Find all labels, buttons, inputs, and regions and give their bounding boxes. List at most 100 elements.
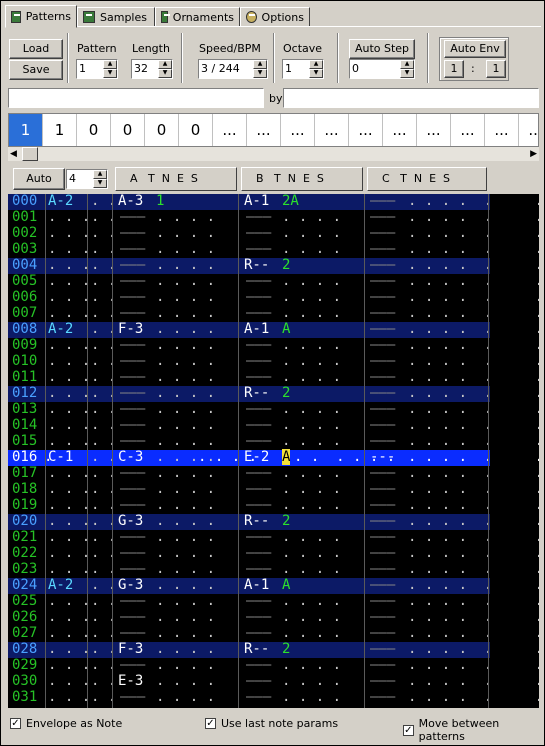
pattern-editor[interactable]: 000 A-2. . A-3 1 A-1 2A ———. . . . . . . . 001.… — [8, 194, 539, 708]
auto-button[interactable]: Auto — [13, 168, 65, 190]
use-last-note-params-checkbox[interactable]: ✓ Use last note params — [205, 717, 338, 730]
spinner-arrows[interactable]: ▲ ▼ — [158, 60, 172, 78]
move-between-patterns-checkbox[interactable]: ✓ Move between patterns — [403, 717, 544, 743]
pattern-row[interactable]: 011. . .. . ———. . . . ———. . . . ———. . . … — [8, 369, 539, 386]
position-cell[interactable]: 0 — [145, 114, 179, 146]
position-cell[interactable]: ... — [519, 114, 538, 146]
spinner-arrows[interactable]: ▲ ▼ — [253, 60, 267, 78]
envelope-as-note-checkbox[interactable]: ✓ Envelope as Note — [10, 717, 122, 730]
tab-ornaments[interactable]: Ornaments — [155, 7, 240, 27]
pattern-row[interactable]: 014. . .. . ———. . . . ———. . . . ———. . . … — [8, 417, 539, 434]
pattern-row[interactable]: 025. . .. . ———. . . . ———. . . . ———. . . … — [8, 593, 539, 610]
checkbox-check-icon[interactable]: ✓ — [10, 718, 21, 729]
spin-up-icon[interactable]: ▲ — [309, 60, 323, 69]
position-cell[interactable]: ... — [247, 114, 281, 146]
spin-down-icon[interactable]: ▼ — [103, 69, 117, 78]
checkbox-check-icon[interactable]: ✓ — [403, 724, 414, 736]
position-cell[interactable]: ... — [485, 114, 519, 146]
pattern-row[interactable]: 010. . .. . ———. . . . ———. . . . ———. . . … — [8, 353, 539, 370]
length-spinner[interactable]: 32 ▲ ▼ — [131, 59, 173, 79]
checkbox-check-icon[interactable]: ✓ — [205, 718, 216, 729]
pattern-row[interactable]: 004. . .. . ———. . . . R-- 2 ———. . . . . . … — [8, 257, 539, 274]
auto-env-button[interactable]: Auto Env — [444, 40, 506, 58]
spin-down-icon[interactable]: ▼ — [158, 69, 172, 78]
position-cell[interactable]: 0 — [77, 114, 111, 146]
spin-up-icon[interactable]: ▲ — [253, 60, 267, 69]
scroll-thumb[interactable] — [22, 147, 38, 161]
position-cell[interactable]: 0 — [179, 114, 213, 146]
pattern-spinner[interactable]: 1 ▲ ▼ — [76, 59, 118, 79]
author-field[interactable] — [283, 88, 539, 108]
channel-b-header[interactable]: B T N E S — [241, 167, 363, 191]
spin-up-icon[interactable]: ▲ — [400, 60, 414, 69]
pattern-row[interactable]: 022. . .. . ———. . . . ———. . . . ———. . . … — [8, 545, 539, 562]
auto-step-highlight-spinner[interactable]: 4 ▲ ▼ — [66, 169, 108, 189]
pattern-row[interactable]: 000 A-2. . A-3 1 A-1 2A ———. . . . . . . . — [8, 194, 539, 210]
save-button[interactable]: Save — [9, 60, 63, 80]
pattern-row[interactable]: 020. . .. . G-3. . . . R-- 2 ———. . . . . . … — [8, 513, 539, 530]
spinner-arrows[interactable]: ▲ ▼ — [93, 170, 107, 188]
position-cell[interactable]: 0 — [111, 114, 145, 146]
scroll-left-icon[interactable]: ◀ — [10, 149, 17, 159]
load-button[interactable]: Load — [9, 39, 63, 59]
spinner-arrows[interactable]: ▲ ▼ — [400, 60, 414, 78]
pattern-row[interactable]: 012. . .. . ———. . . . R-- 2 ———. . . . . . … — [8, 385, 539, 402]
spin-down-icon[interactable]: ▼ — [253, 69, 267, 78]
position-cell[interactable]: ... — [281, 114, 315, 146]
spinner-arrows[interactable]: ▲ ▼ — [309, 60, 323, 78]
channel-a-header[interactable]: A T N E S — [115, 167, 237, 191]
auto-env-numerator[interactable]: 1 — [444, 60, 464, 78]
spin-up-icon[interactable]: ▲ — [103, 60, 117, 69]
pattern-row[interactable]: 026. . .. . ———. . . . ———. . . . ———. . . … — [8, 609, 539, 626]
speed-spinner[interactable]: 3 / 244 ▲ ▼ — [198, 59, 268, 79]
pattern-row[interactable]: 015. . .. . ———. . . . ———. . . . ———. . . … — [8, 433, 539, 450]
spin-up-icon[interactable]: ▲ — [158, 60, 172, 69]
spin-down-icon[interactable]: ▼ — [93, 179, 107, 188]
pattern-row[interactable]: 023. . .. . ———. . . . ———. . . . ———. . . … — [8, 561, 539, 578]
octave-spinner[interactable]: 1 ▲ ▼ — [282, 59, 324, 79]
position-cell[interactable]: ... — [383, 114, 417, 146]
position-cell[interactable]: ... — [451, 114, 485, 146]
pattern-row[interactable]: 013. . .. . ———. . . . ———. . . . ———. . . … — [8, 401, 539, 418]
pattern-row[interactable]: 028. . .. . F-3. . . . R-- 2 ———. . . . . . … — [8, 641, 539, 658]
title-field[interactable] — [8, 88, 264, 108]
auto-step-spinner[interactable]: 0 ▲ ▼ — [349, 59, 415, 79]
pattern-row[interactable]: 005. . .. . ———. . . . ———. . . . ———. . . … — [8, 273, 539, 290]
tab-options[interactable]: Options — [240, 7, 310, 27]
channel-c-header[interactable]: C T N E S — [367, 167, 487, 191]
pattern-row[interactable]: 018. . .. . ———. . . . ———. . . . ———. . . … — [8, 481, 539, 498]
spin-down-icon[interactable]: ▼ — [400, 69, 414, 78]
position-cell[interactable]: 1 — [9, 114, 43, 146]
pattern-row[interactable]: 016 C-1.. . C-3. . . .. . . . E-2 A. . . . .… — [8, 449, 539, 466]
pattern-row[interactable]: 031. . .. . ———. . . . ———. . . . ———. . . … — [8, 689, 539, 706]
pattern-row[interactable]: 017. . .. . ———. . . . ———. . . . ———. . . … — [8, 465, 539, 482]
tab-samples[interactable]: Samples — [77, 7, 155, 27]
spin-down-icon[interactable]: ▼ — [309, 69, 323, 78]
pattern-row[interactable]: 024 A-2. . G-3. . . . A-1 A ———. . . . . . . … — [8, 577, 539, 594]
position-cell[interactable]: ... — [349, 114, 383, 146]
pattern-row[interactable]: 029. . .. . ———. . . . ———. . . . ———. . . … — [8, 657, 539, 674]
scroll-right-icon[interactable]: ▶ — [530, 149, 537, 159]
position-cell[interactable]: ... — [213, 114, 247, 146]
position-cell[interactable]: 1 — [43, 114, 77, 146]
pattern-row[interactable]: 030. . .. . E-3. . . . ———. . . . ———. . . … — [8, 673, 539, 690]
pattern-row[interactable]: 019. . .. . ———. . . . ———. . . . ———. . . … — [8, 497, 539, 514]
pattern-row[interactable]: 021. . .. . ———. . . . ———. . . . ———. . . … — [8, 529, 539, 546]
pattern-row[interactable]: 008 A-2. . F-3. . . . A-1 A ———. . . . . . . … — [8, 321, 539, 338]
tab-patterns[interactable]: Patterns — [5, 5, 77, 28]
pattern-row[interactable]: 002. . .. . ———. . . . ———. . . . ———. . . … — [8, 225, 539, 242]
pattern-row[interactable]: 001. . .. . ———. . . . ———. . . . ———. . . … — [8, 209, 539, 226]
auto-step-button[interactable]: Auto Step — [349, 39, 415, 59]
pattern-row[interactable]: 006. . .. . ———. . . . ———. . . . ———. . . … — [8, 289, 539, 306]
auto-env-denominator[interactable]: 1 — [486, 60, 506, 78]
position-cell[interactable]: ... — [417, 114, 451, 146]
pattern-row[interactable]: 027. . .. . ———. . . . ———. . . . ———. . . … — [8, 625, 539, 642]
position-cell[interactable]: ... — [315, 114, 349, 146]
pattern-row[interactable]: 009. . .. . ———. . . . ———. . . . ———. . . … — [8, 337, 539, 354]
spinner-arrows[interactable]: ▲ ▼ — [103, 60, 117, 78]
spin-up-icon[interactable]: ▲ — [93, 170, 107, 179]
position-list[interactable]: 110000.............................. — [8, 113, 539, 147]
pattern-row[interactable]: 007. . .. . ———. . . . ———. . . . ———. . . … — [8, 305, 539, 322]
position-scrollbar[interactable]: ◀ ▶ — [8, 147, 539, 161]
pattern-row[interactable]: 003. . .. . ———. . . . ———. . . . ———. . . … — [8, 241, 539, 258]
